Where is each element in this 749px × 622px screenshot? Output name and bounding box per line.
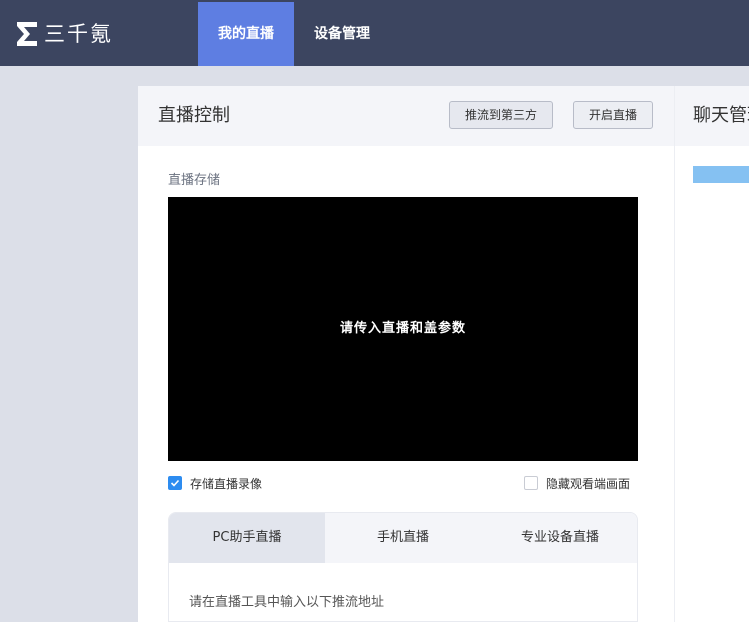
checkbox-checked-icon[interactable] (168, 476, 182, 490)
nav-device-management[interactable]: 设备管理 (300, 2, 384, 66)
top-navigation-bar: 三千氪 我的直播 设备管理 (0, 0, 749, 66)
tab-pc-assistant[interactable]: PC助手直播 (169, 513, 325, 563)
record-checkbox-label: 存储直播录像 (190, 476, 263, 491)
live-method-tabs: PC助手直播 手机直播 专业设备直播 请在直播工具中输入以下推流地址 (168, 512, 638, 622)
hide-viewer-checkbox[interactable]: 隐藏观看端画面 (524, 475, 630, 491)
panel-header: 直播控制 推流到第三方 开启直播 (138, 86, 674, 146)
tab-phone-live[interactable]: 手机直播 (325, 513, 481, 563)
sigma-logo-icon (17, 22, 37, 46)
video-message: 请传入直播和盖参数 (339, 321, 466, 336)
chat-management-panel: 聊天管理 (674, 86, 749, 622)
page-title: 直播控制 (158, 105, 230, 126)
tab-bar: PC助手直播 手机直播 专业设备直播 (169, 513, 637, 563)
video-preview: 请传入直播和盖参数 (168, 197, 638, 461)
chat-title: 聊天管理 (693, 105, 749, 126)
tab-pro-device[interactable]: 专业设备直播 (481, 513, 637, 563)
chat-header: 聊天管理 (675, 86, 749, 146)
push-url-hint: 请在直播工具中输入以下推流地址 (189, 595, 385, 610)
brand-name: 三千氪 (44, 22, 113, 46)
checkbox-unchecked-icon[interactable] (524, 476, 538, 490)
brand-logo[interactable]: 三千氪 (16, 20, 113, 48)
hide-viewer-checkbox-label: 隐藏观看端画面 (546, 476, 631, 491)
nav-my-live[interactable]: 我的直播 (198, 2, 294, 66)
start-live-button[interactable]: 开启直播 (573, 101, 653, 129)
push-third-party-button[interactable]: 推流到第三方 (449, 101, 553, 129)
storage-label: 直播存储 (168, 173, 221, 188)
chat-progress-bar (693, 166, 749, 183)
record-checkbox[interactable]: 存储直播录像 (168, 475, 262, 491)
live-control-panel: 直播控制 推流到第三方 开启直播 直播存储 请传入直播和盖参数 存储直播录像 隐… (138, 86, 674, 622)
